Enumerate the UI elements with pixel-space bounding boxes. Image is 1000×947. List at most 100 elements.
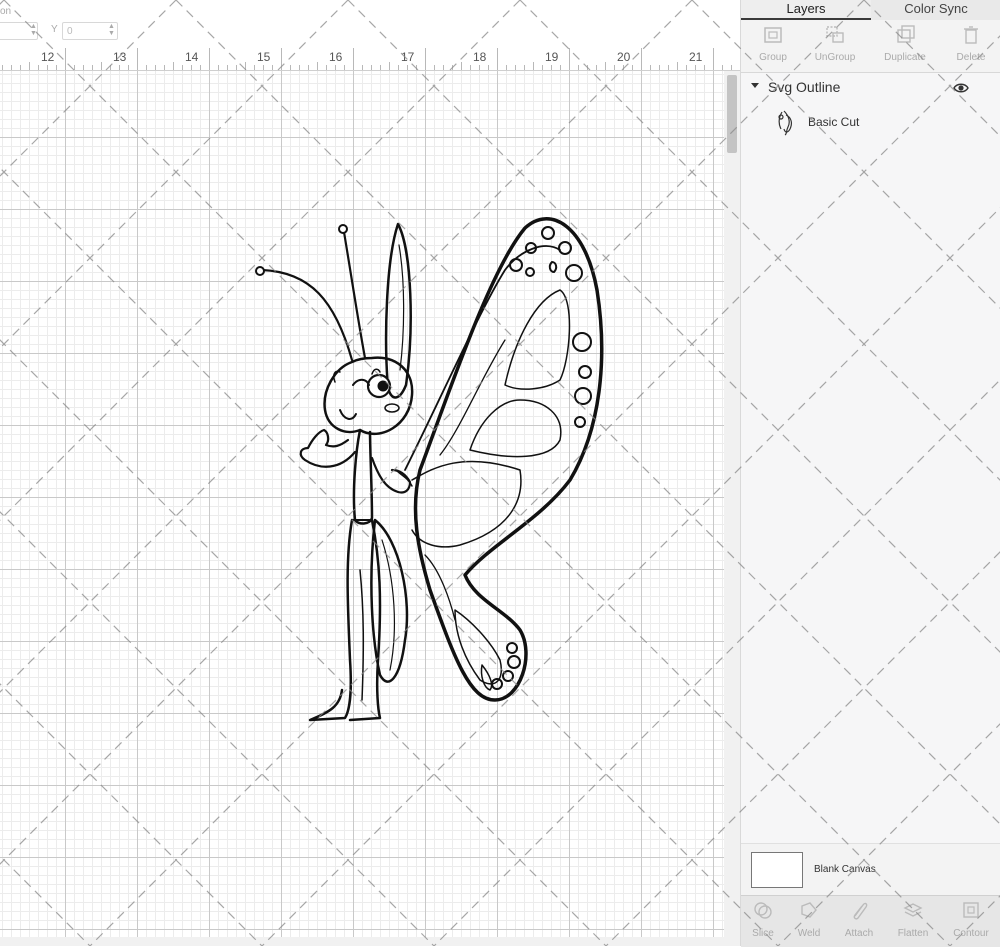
ruler-tick	[281, 48, 282, 70]
contour-icon	[963, 902, 979, 918]
ruler-tick	[218, 65, 219, 70]
ungroup-button[interactable]: UnGroup	[803, 24, 867, 63]
ruler-tick	[650, 65, 651, 70]
layer-group-title: Svg Outline	[768, 79, 841, 95]
ruler-tick	[434, 65, 435, 70]
ruler-label: 18	[473, 50, 487, 64]
ruler-tick	[632, 65, 633, 70]
ruler-tick	[587, 65, 588, 70]
ruler-label: 12	[41, 50, 55, 64]
ruler-tick	[407, 65, 408, 70]
contour-label: Contour	[953, 928, 989, 939]
ruler-tick	[686, 65, 687, 70]
ruler-tick	[2, 65, 3, 70]
y-spinner-icon[interactable]: ▲ ▼	[108, 23, 115, 37]
layer-item[interactable]: Basic Cut	[741, 103, 1000, 143]
ruler-tick	[137, 48, 138, 70]
layer-name: Basic Cut	[808, 115, 860, 129]
duplicate-button[interactable]: Duplicate	[873, 24, 937, 63]
position-label: on	[0, 6, 12, 17]
ruler-tick	[416, 65, 417, 70]
layers-panel: Layers Color Sync Group UnGroup Duplicat…	[740, 0, 1000, 947]
weld-button[interactable]: Weld	[783, 900, 835, 939]
ruler-label: 19	[545, 50, 559, 64]
ruler-tick	[461, 62, 462, 70]
design-canvas[interactable]	[0, 71, 724, 937]
ruler-tick	[128, 65, 129, 70]
ruler-tick	[308, 65, 309, 70]
ruler-label: 13	[113, 50, 127, 64]
flatten-button[interactable]: Flatten	[887, 900, 939, 939]
ruler-tick	[704, 65, 705, 70]
ruler-tick	[722, 65, 723, 70]
ruler-tick	[443, 65, 444, 70]
ruler-tick	[209, 48, 210, 70]
ruler-tick	[263, 65, 264, 70]
ruler-tick	[20, 65, 21, 70]
ruler-tick	[542, 65, 543, 70]
ruler-tick	[398, 65, 399, 70]
ruler-tick	[596, 65, 597, 70]
ruler-tick	[299, 65, 300, 70]
layer-group-row[interactable]: Svg Outline	[741, 77, 1000, 99]
attach-button[interactable]: Attach	[833, 900, 885, 939]
vertical-scrollbar[interactable]	[724, 71, 740, 937]
tab-layers[interactable]: Layers	[741, 0, 871, 20]
weld-label: Weld	[797, 928, 821, 939]
ruler-tick	[362, 65, 363, 70]
weld-icon	[801, 902, 817, 918]
trash-icon	[964, 26, 978, 44]
ruler-tick	[371, 65, 372, 70]
group-button[interactable]: Group	[741, 24, 805, 63]
ruler-tick	[659, 65, 660, 70]
panel-tabs: Layers Color Sync	[741, 0, 1000, 20]
ruler-tick	[272, 65, 273, 70]
ruler-tick	[578, 65, 579, 70]
ruler-tick	[380, 65, 381, 70]
scrollbar-thumb[interactable]	[727, 75, 737, 153]
blank-canvas-swatch[interactable]	[751, 852, 803, 888]
attach-label: Attach	[844, 928, 874, 939]
delete-label: Delete	[956, 52, 986, 63]
ruler-tick	[110, 65, 111, 70]
ruler-tick	[83, 65, 84, 70]
ruler-tick	[488, 65, 489, 70]
ruler-tick	[182, 65, 183, 70]
ruler-tick	[47, 65, 48, 70]
eye-icon[interactable]	[953, 81, 969, 95]
horizontal-scrollbar[interactable]	[0, 937, 740, 946]
y-axis-label: Y	[51, 24, 58, 35]
ruler-tick	[74, 65, 75, 70]
position-toolbar: on ▲ ▼ Y 0 ▲ ▼	[0, 0, 740, 48]
x-spinner-icon[interactable]: ▲ ▼	[30, 23, 37, 37]
ruler-tick	[173, 62, 174, 70]
delete-button[interactable]: Delete	[939, 24, 1000, 63]
bottom-actions-bar: Slice Weld Attach Flatten Contour	[741, 895, 1000, 947]
ruler-tick	[560, 65, 561, 70]
ruler-tick	[425, 48, 426, 70]
blank-canvas-row[interactable]: Blank Canvas	[741, 843, 1000, 896]
ruler-tick	[317, 62, 318, 70]
ruler-tick	[677, 62, 678, 70]
ruler-tick	[65, 48, 66, 70]
chevron-down-icon[interactable]	[751, 83, 759, 88]
ruler-tick	[101, 62, 102, 70]
layers-list: Svg Outline Basic Cut	[741, 73, 1000, 843]
ruler-tick	[344, 65, 345, 70]
blank-canvas-label: Blank Canvas	[814, 864, 876, 875]
ruler-tick	[695, 65, 696, 70]
slice-button[interactable]: Slice	[737, 900, 789, 939]
butterfly-thumbnail-icon	[778, 110, 792, 136]
ungroup-icon	[826, 26, 844, 43]
tab-color-sync[interactable]: Color Sync	[871, 0, 1000, 20]
ruler-tick	[326, 65, 327, 70]
ruler-tick	[29, 62, 30, 70]
contour-button[interactable]: Contour	[945, 900, 997, 939]
ruler-tick	[92, 65, 93, 70]
ruler-tick	[713, 48, 714, 70]
flatten-label: Flatten	[897, 928, 929, 939]
layer-actions-bar: Group UnGroup Duplicate Delete	[741, 20, 1000, 73]
butterfly-drawing[interactable]	[0, 71, 724, 937]
duplicate-label: Duplicate	[884, 52, 926, 63]
ruler-tick	[497, 48, 498, 70]
